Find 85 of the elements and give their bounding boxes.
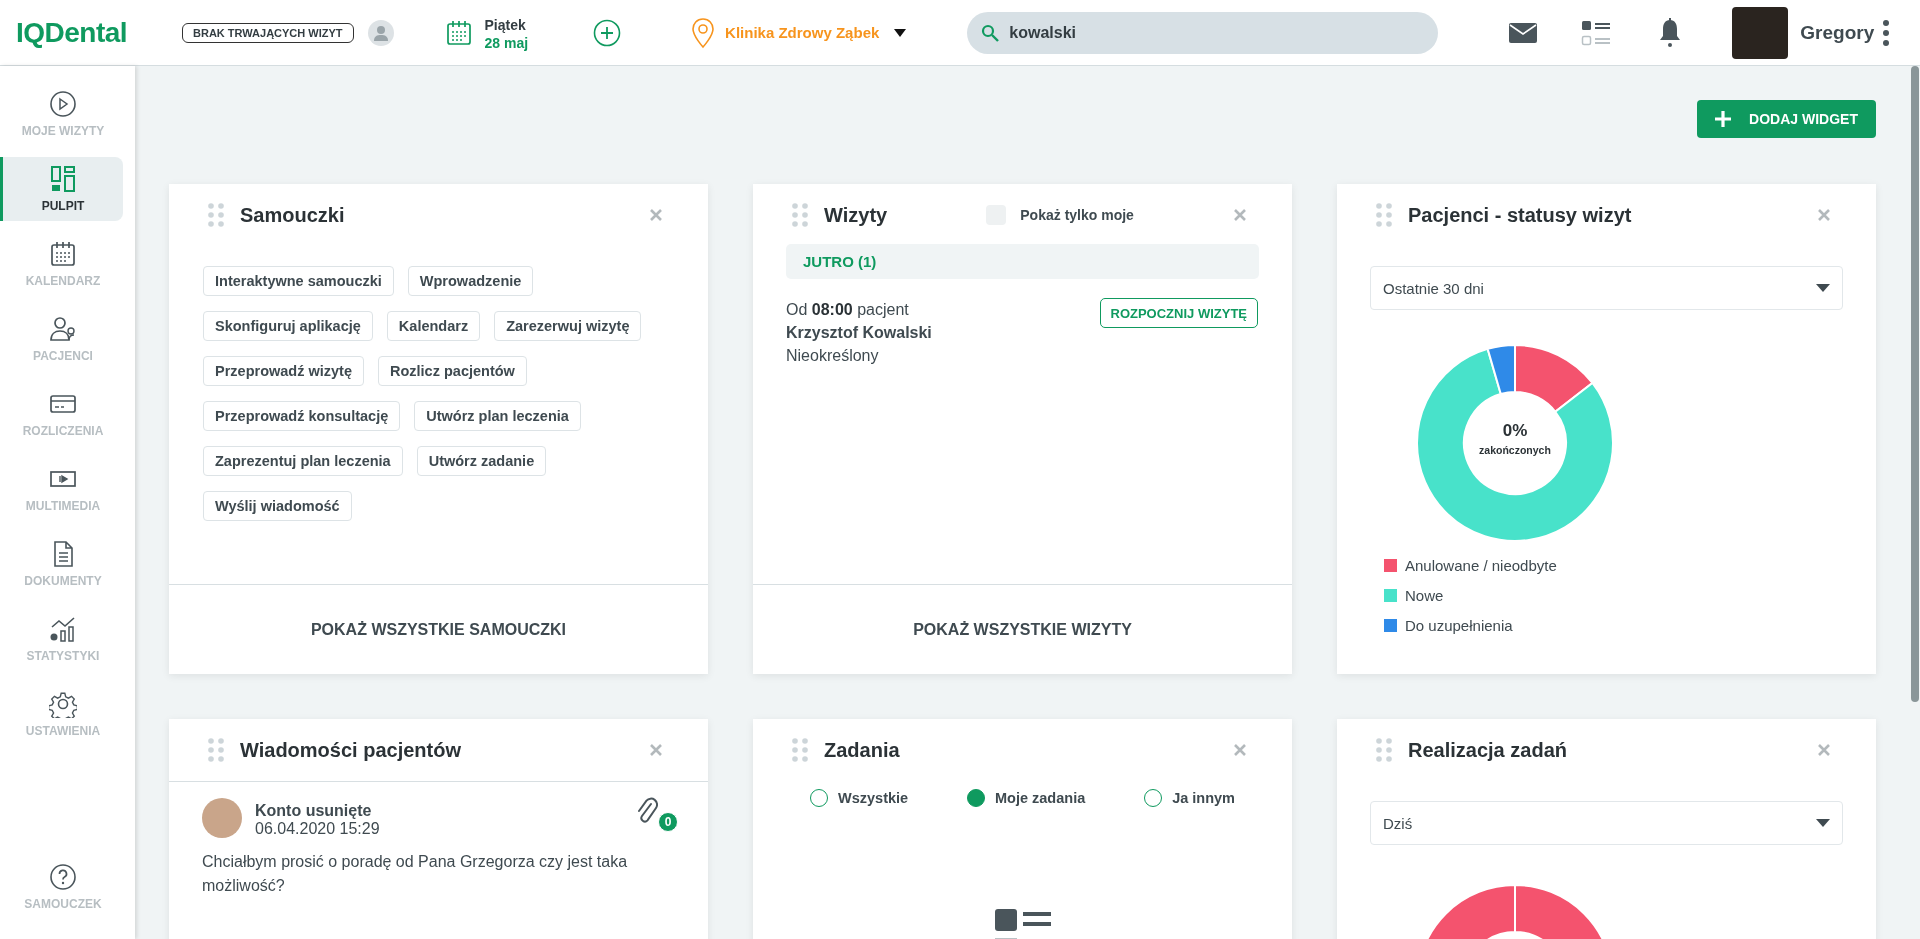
sidebar-item[interactable]: PULPIT	[0, 157, 123, 221]
help-icon	[49, 863, 77, 891]
settings-icon	[49, 690, 77, 718]
drag-handle-icon[interactable]	[1376, 203, 1392, 227]
avatar	[202, 798, 242, 838]
tutorial-tag[interactable]: Kalendarz	[386, 311, 481, 341]
mail-icon[interactable]	[1509, 22, 1538, 43]
caret-icon	[1816, 284, 1830, 292]
tutorial-tag[interactable]: Skonfiguruj aplikację	[203, 311, 373, 341]
widget-title: Samouczki	[240, 203, 345, 227]
radio-option[interactable]: Moje zadania	[967, 789, 1086, 807]
dashboard-icon	[49, 165, 77, 193]
add-icon[interactable]	[593, 18, 622, 47]
search-field[interactable]: kowalski	[967, 11, 1439, 54]
drag-handle-icon[interactable]	[1376, 738, 1392, 762]
calendar-icon[interactable]	[444, 18, 473, 47]
logo[interactable]: IQDental	[16, 16, 182, 49]
tutorial-tag[interactable]: Zarezerwuj wizytę	[494, 311, 642, 341]
legend-label: Anulowane / nieodbyte	[1405, 557, 1557, 574]
visit-type: Nieokreślony	[786, 346, 880, 366]
caret-icon	[1816, 819, 1830, 827]
paperclip-icon[interactable]	[636, 796, 658, 826]
tutorial-tag[interactable]: Rozlicz pacjentów	[378, 356, 527, 386]
completion-label: zakończonych	[1478, 444, 1552, 456]
radio-option[interactable]: Wszystkie	[810, 789, 909, 807]
widget-title: Zadania	[824, 738, 900, 762]
tutorial-tag[interactable]: Wprowadzenie	[407, 266, 534, 296]
radio-button[interactable]	[967, 789, 985, 807]
show-all-link[interactable]: POKAŻ WSZYSTKIE SAMOUCZKI	[310, 620, 567, 639]
plus-icon	[1715, 111, 1732, 127]
drag-handle-icon[interactable]	[792, 203, 808, 227]
more-icon[interactable]	[1882, 18, 1890, 47]
date-label[interactable]: 28 maj	[484, 34, 529, 51]
widget-title: Pacjenci - statusy wizyt	[1408, 203, 1632, 227]
user-icon	[367, 19, 394, 46]
close-icon[interactable]	[649, 208, 663, 222]
start-visit-button[interactable]: ROZPOCZNIJ WIZYTĘ	[1099, 298, 1258, 328]
avatar-photo[interactable]	[1732, 6, 1789, 59]
location-pin-icon	[691, 16, 716, 49]
period-dropdown[interactable]: Ostatnie 30 dni	[1370, 266, 1843, 310]
widget-title: Wizyty	[824, 203, 888, 227]
calendar-icon	[49, 240, 77, 268]
message-time: 06.04.2020 15:29	[255, 820, 380, 838]
legend-label: Do uzupełnienia	[1405, 617, 1513, 634]
checklist-icon[interactable]	[1581, 18, 1612, 47]
radio-option[interactable]: Ja innym	[1144, 789, 1235, 807]
period-dropdown[interactable]: Dziś	[1370, 801, 1843, 845]
bell-icon[interactable]	[1658, 17, 1683, 48]
tutorial-tag[interactable]: Przeprowadź konsultację	[203, 401, 401, 431]
drag-handle-icon[interactable]	[208, 203, 224, 227]
show-all-link[interactable]: POKAŻ WSZYSTKIE WIZYTY	[913, 620, 1132, 639]
tutorial-tag[interactable]: Zaprezentuj plan leczenia	[203, 446, 403, 476]
tutorial-tag[interactable]: Przeprowadź wizytę	[203, 356, 364, 386]
caret-icon[interactable]	[893, 27, 908, 38]
checkbox-label: Pokaż tylko moje	[1020, 207, 1134, 223]
close-icon[interactable]	[1233, 743, 1247, 757]
chart-icon	[49, 615, 77, 643]
attachment-count: 0	[658, 812, 678, 832]
close-icon[interactable]	[1817, 743, 1831, 757]
empty-list-icon	[994, 909, 1051, 939]
scrollbar-thumb[interactable]	[1911, 66, 1919, 702]
tutorial-tag[interactable]: Utwórz plan leczenia	[414, 401, 581, 431]
widget-title: Wiadomości pacjentów	[240, 738, 461, 762]
play-icon	[49, 90, 77, 118]
tutorial-tag[interactable]: Interaktywne samouczki	[203, 266, 394, 296]
close-icon[interactable]	[1817, 208, 1831, 222]
tutorial-tag[interactable]: Wyślij wiadomość	[203, 491, 352, 521]
user-name[interactable]: Gregory	[1800, 21, 1875, 44]
tutorial-tag[interactable]: Utwórz zadanie	[416, 446, 547, 476]
patient-name: Krzysztof Kowalski	[786, 323, 932, 343]
visit-status-badge: BRAK TRWAJĄCYCH WIZYT	[182, 22, 354, 43]
sender-name: Konto usunięte	[255, 802, 373, 820]
completion-percent: 0%	[1501, 421, 1529, 441]
drag-handle-icon[interactable]	[208, 738, 224, 762]
close-icon[interactable]	[649, 743, 663, 757]
people-icon	[49, 315, 77, 343]
visit-time: Od 08:00 pacjent	[786, 300, 910, 320]
legend-label: Nowe	[1405, 587, 1444, 604]
drag-handle-icon[interactable]	[792, 738, 808, 762]
search-icon	[981, 23, 1000, 42]
close-icon[interactable]	[1233, 208, 1247, 222]
add-widget-button[interactable]: DODAJ WIDGET	[1697, 100, 1876, 138]
message-text: Chciałbym prosić o poradę od Pana Grzegorza czy jest taka możliwość?	[201, 852, 629, 896]
widget-title: Realizacja zadań	[1408, 738, 1567, 762]
day-label: Piątek	[484, 15, 527, 35]
